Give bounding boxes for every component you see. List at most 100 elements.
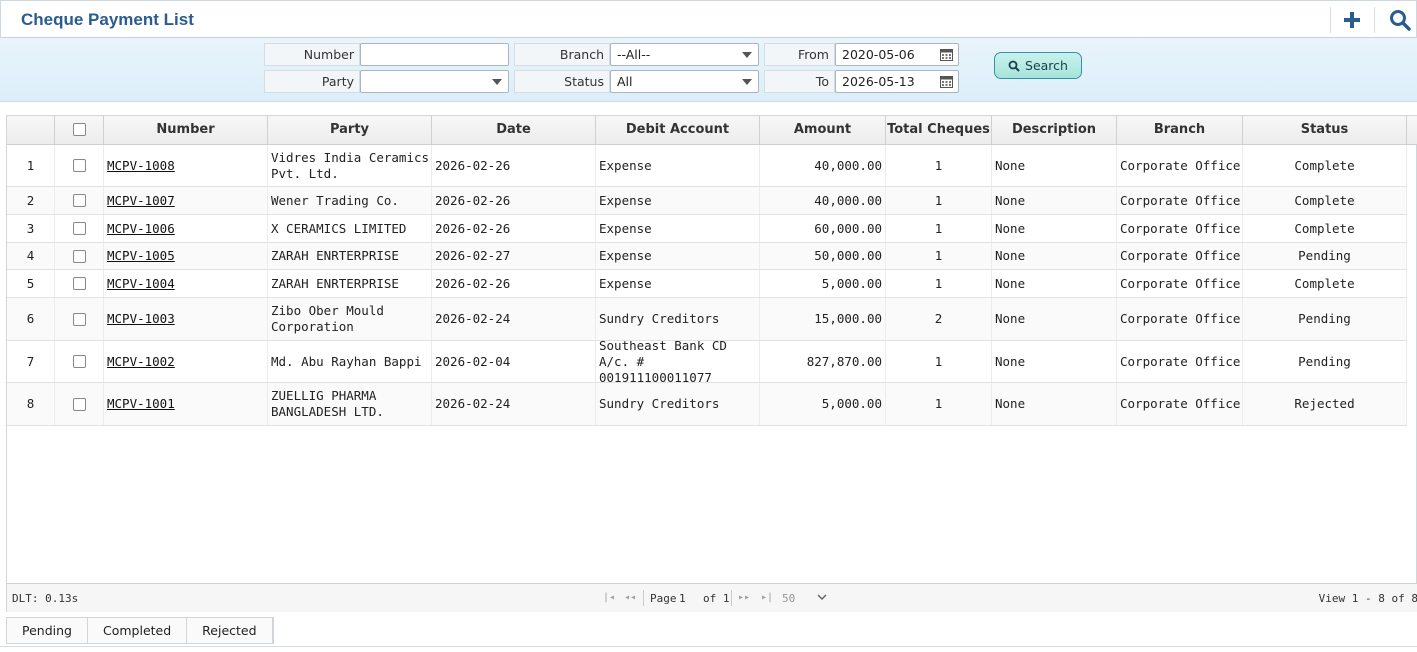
table-row[interactable]: 8 MCPV-1001 ZUELLIG PHARMA BANGLADESH LTD.… <box>7 383 1407 426</box>
voucher-number-link[interactable]: MCPV-1003 <box>107 311 175 327</box>
tab-rejected[interactable]: Rejected <box>187 618 273 643</box>
description-cell: None <box>992 341 1117 382</box>
total-cheques-cell: 1 <box>886 341 992 382</box>
table-row[interactable]: 5 MCPV-1004 ZARAH ENRTERPRISE 2026-02-26 Exp… <box>7 270 1407 298</box>
status-value: All <box>617 74 633 89</box>
date-cell-text: 2026-02-04 <box>435 353 511 369</box>
branch-value: --All-- <box>617 47 651 62</box>
number-cell: MCPV-1006 <box>104 215 268 242</box>
debit-account-cell-text: Expense <box>599 275 652 291</box>
next-page-icon[interactable]: ▸▸ <box>738 592 750 603</box>
description-cell: None <box>992 187 1117 214</box>
row-checkbox[interactable] <box>72 222 86 235</box>
header-debit-account[interactable]: Debit Account <box>596 116 760 144</box>
voucher-number-link[interactable]: MCPV-1006 <box>107 221 175 237</box>
header-status[interactable]: Status <box>1243 116 1407 144</box>
toolbar-divider <box>1374 7 1375 33</box>
date-cell: 2026-02-04 <box>432 341 596 382</box>
calendar-icon[interactable] <box>940 48 953 61</box>
search-button[interactable]: Search <box>994 52 1082 79</box>
branch-cell: Corporate Office <box>1117 243 1243 269</box>
party-cell-text: ZARAH ENRTERPRISE <box>271 275 399 291</box>
last-page-icon[interactable]: ▸| <box>761 592 773 603</box>
row-checkbox[interactable] <box>72 249 86 263</box>
date-cell-text: 2026-02-24 <box>435 396 511 411</box>
row-index-cell-text: 1 <box>26 157 35 173</box>
date-cell-text: 2026-02-26 <box>435 220 511 236</box>
row-select-cell <box>55 383 104 425</box>
branch-cell-text: Corporate Office <box>1120 192 1241 208</box>
select-all-checkbox[interactable] <box>72 123 86 136</box>
page-count-text: of 1 <box>703 592 730 605</box>
header-description[interactable]: Description <box>992 116 1117 144</box>
status-select[interactable]: All <box>610 70 759 93</box>
row-checkbox[interactable] <box>72 277 86 290</box>
search-button-label: Search <box>1025 58 1068 73</box>
number-cell: MCPV-1007 <box>104 187 268 214</box>
date-cell: 2026-02-26 <box>432 187 596 214</box>
from-date-input[interactable]: 2020-05-06 <box>835 43 959 66</box>
header-branch[interactable]: Branch <box>1117 116 1243 144</box>
load-time-text: DLT: 0.13s <box>12 592 79 605</box>
table-row[interactable]: 6 MCPV-1003 Zibo Ober Mould Corporation 202… <box>7 298 1407 341</box>
total-cheques-cell: 1 <box>886 145 992 186</box>
row-checkbox[interactable] <box>72 312 86 326</box>
total-cheques-cell-text: 2 <box>934 311 943 326</box>
chevron-down-icon[interactable] <box>817 594 827 601</box>
first-page-icon[interactable]: |◂ <box>603 592 615 603</box>
amount-cell: 40,000.00 <box>760 187 886 214</box>
debit-account-cell-text: Sundry Creditors <box>599 311 720 326</box>
debit-account-cell-text: Expense <box>599 192 652 208</box>
to-date-input[interactable]: 2026-05-13 <box>835 70 959 93</box>
voucher-number-link[interactable]: MCPV-1001 <box>107 396 175 412</box>
chevron-down-icon <box>492 79 502 85</box>
branch-select[interactable]: --All-- <box>610 43 759 66</box>
add-button[interactable] <box>1338 7 1366 33</box>
party-cell: Wener Trading Co. <box>268 187 432 214</box>
header-amount[interactable]: Amount <box>760 116 886 144</box>
tab-completed[interactable]: Completed <box>88 618 188 643</box>
row-checkbox[interactable] <box>72 397 86 411</box>
number-input[interactable] <box>360 43 509 66</box>
row-checkbox[interactable] <box>72 355 86 368</box>
calendar-icon[interactable] <box>940 75 953 88</box>
status-cell: Complete <box>1243 187 1407 214</box>
party-select[interactable] <box>360 70 509 93</box>
branch-cell-text: Corporate Office <box>1120 220 1241 236</box>
cheque-payment-grid: Number Party Date Debit Account Amount T… <box>6 115 1417 612</box>
row-checkbox[interactable] <box>72 159 86 172</box>
party-cell-text: ZUELLIG PHARMA BANGLADESH LTD. <box>271 388 384 419</box>
header-party[interactable]: Party <box>268 116 432 144</box>
table-row[interactable]: 3 MCPV-1006 X CERAMICS LIMITED 2026-02-26 Ex… <box>7 215 1407 243</box>
page-number-input[interactable]: 1 <box>679 592 686 605</box>
row-index-cell: 5 <box>7 270 55 297</box>
page-size-select[interactable]: 50 <box>782 592 795 605</box>
voucher-number-link[interactable]: MCPV-1005 <box>107 248 175 264</box>
voucher-number-link[interactable]: MCPV-1004 <box>107 276 175 292</box>
description-cell: None <box>992 270 1117 297</box>
status-cell: Pending <box>1243 298 1407 340</box>
table-row[interactable]: 1 MCPV-1008 Vidres India Ceramics Pvt. Ltd… <box>7 145 1407 187</box>
prev-page-icon[interactable]: ◂◂ <box>624 592 636 603</box>
branch-cell-text: Corporate Office <box>1120 353 1241 369</box>
tab-pending[interactable]: Pending <box>7 618 88 643</box>
number-cell: MCPV-1004 <box>104 270 268 297</box>
date-cell-text: 2026-02-26 <box>435 157 511 173</box>
voucher-number-link[interactable]: MCPV-1002 <box>107 354 175 370</box>
branch-cell-text: Corporate Office <box>1120 275 1241 291</box>
header-total-cheques[interactable]: Total Cheques <box>886 116 992 144</box>
table-row[interactable]: 7 MCPV-1002 Md. Abu Rayhan Bappi 2026-02-04… <box>7 341 1407 383</box>
status-cell-text: Pending <box>1298 353 1351 369</box>
amount-cell-text: 40,000.00 <box>814 192 882 208</box>
voucher-number-link[interactable]: MCPV-1008 <box>107 158 175 174</box>
row-checkbox[interactable] <box>72 194 86 207</box>
total-cheques-cell-text: 1 <box>934 220 943 236</box>
header-number[interactable]: Number <box>104 116 268 144</box>
toggle-search-button[interactable] <box>1386 7 1414 33</box>
voucher-number-link[interactable]: MCPV-1007 <box>107 193 175 209</box>
table-row[interactable]: 4 MCPV-1005 ZARAH ENRTERPRISE 2026-02-27 Exp… <box>7 243 1407 270</box>
party-cell-text: Zibo Ober Mould Corporation <box>271 303 384 334</box>
header-date[interactable]: Date <box>432 116 596 144</box>
table-row[interactable]: 2 MCPV-1007 Wener Trading Co. 2026-02-26 Exp… <box>7 187 1407 215</box>
description-cell: None <box>992 215 1117 242</box>
